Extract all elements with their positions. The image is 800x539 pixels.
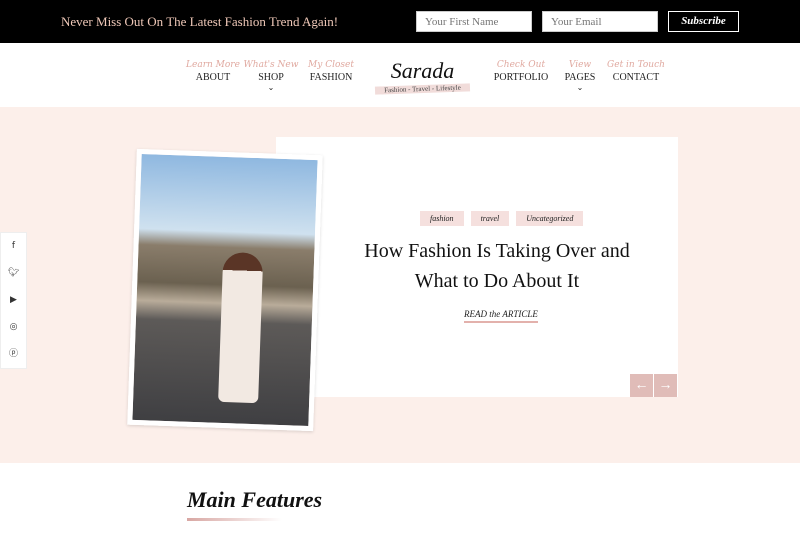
instagram-icon[interactable]: ◎	[1, 314, 26, 341]
subscribe-button[interactable]: Subscribe	[668, 11, 739, 32]
nav-label: CONTACT	[612, 72, 660, 83]
site-logo[interactable]: Sarada Fashion - Travel - Lifestyle	[374, 58, 471, 95]
pinterest-icon[interactable]: ⓟ	[1, 341, 26, 368]
chevron-down-icon: ⌄	[576, 83, 584, 92]
newsletter-message: Never Miss Out On The Latest Fashion Tre…	[61, 14, 339, 29]
post-title[interactable]: How Fashion Is Taking Over and What to Do…	[276, 236, 718, 296]
prev-arrow-icon[interactable]: ←	[630, 374, 653, 397]
post-tags: fashion travel Uncategorized	[420, 211, 584, 226]
tag-fashion[interactable]: fashion	[420, 211, 464, 226]
chevron-down-icon: ⌄	[267, 83, 275, 92]
email-input[interactable]	[542, 11, 658, 32]
nav-contact[interactable]: Get in Touch CONTACT	[596, 60, 676, 83]
nav-label: FASHION	[309, 72, 353, 83]
logo-name: Sarada	[390, 58, 455, 83]
tag-uncategorized[interactable]: Uncategorized	[516, 211, 584, 226]
logo-tagline: Fashion - Travel - Lifestyle	[374, 83, 471, 95]
nav-subtitle: Get in Touch	[607, 60, 665, 70]
twitter-icon[interactable]: 🐦︎	[1, 260, 26, 287]
facebook-icon[interactable]: f	[1, 233, 26, 260]
top-bar: Never Miss Out On The Latest Fashion Tre…	[0, 0, 800, 43]
youtube-icon[interactable]: ▶	[1, 287, 26, 314]
nav-subtitle: My Closet	[308, 60, 354, 70]
tag-travel[interactable]: travel	[470, 211, 510, 226]
woman-figure	[218, 251, 264, 404]
post-title-line: What to Do About It	[414, 270, 580, 292]
nav-fashion[interactable]: My Closet FASHION	[291, 60, 371, 83]
section-title: Main Features	[187, 487, 323, 512]
next-arrow-icon[interactable]: →	[654, 374, 677, 397]
section-underline	[187, 518, 282, 521]
post-title-line: How Fashion Is Taking Over and	[364, 240, 630, 262]
read-article-link[interactable]: READ the ARTICLE	[464, 309, 538, 323]
social-sidebar: f 🐦︎ ▶ ◎ ⓟ	[0, 232, 27, 369]
first-name-input[interactable]	[416, 11, 532, 32]
